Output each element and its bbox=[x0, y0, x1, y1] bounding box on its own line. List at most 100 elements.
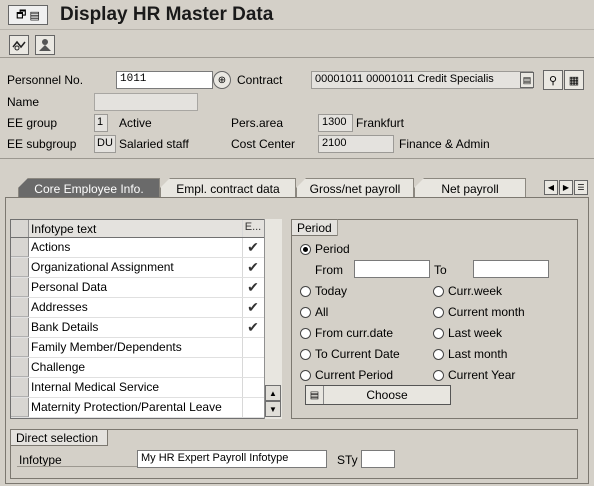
infotype-text-cell[interactable]: Organizational Assignment bbox=[29, 258, 243, 277]
overview-icon bbox=[12, 40, 26, 51]
radio-button-icon bbox=[300, 306, 311, 318]
radio-button-icon bbox=[300, 285, 311, 297]
row-selector[interactable] bbox=[11, 298, 29, 317]
tab-gross-net-payroll[interactable]: Gross/net payroll bbox=[296, 178, 414, 198]
table-row[interactable]: Family Member/Dependents bbox=[11, 338, 281, 358]
infotype-text-cell[interactable]: Addresses bbox=[29, 298, 243, 317]
row-selector[interactable] bbox=[11, 378, 29, 397]
subtype-field[interactable] bbox=[361, 450, 395, 468]
radio-button-icon bbox=[433, 327, 444, 339]
checkmark-icon bbox=[243, 358, 263, 377]
tab-empl-contract-data[interactable]: Empl. contract data bbox=[160, 178, 296, 198]
choose-button[interactable]: ▤ Choose bbox=[305, 385, 451, 405]
infotype-text-cell[interactable]: Personal Data bbox=[29, 278, 243, 297]
pers-area-label: Pers.area bbox=[231, 116, 284, 130]
table-row[interactable]: Addresses ✔ bbox=[11, 298, 281, 318]
infotype-text-cell[interactable]: Maternity Protection/Parental Leave bbox=[29, 398, 243, 417]
ee-group-label: EE group bbox=[7, 116, 58, 130]
arrow-up-icon: ▲ bbox=[269, 388, 277, 398]
radio-option-left-1[interactable]: All bbox=[300, 305, 328, 319]
infotype-field[interactable]: My HR Expert Payroll Infotype bbox=[137, 450, 327, 468]
choose-icon: ▤ bbox=[306, 386, 324, 404]
name-field bbox=[94, 93, 198, 111]
scroll-up-button[interactable]: ▲ bbox=[265, 385, 281, 401]
overview-button[interactable] bbox=[9, 35, 29, 55]
cost-center-label: Cost Center bbox=[231, 137, 296, 151]
radio-period[interactable]: Period bbox=[300, 242, 350, 256]
radio-period-label: Period bbox=[315, 242, 350, 256]
radio-option-label: Current month bbox=[448, 305, 525, 319]
list-icon: ▤ bbox=[522, 74, 532, 85]
table-row[interactable]: Bank Details ✔ bbox=[11, 318, 281, 338]
from-date-field[interactable] bbox=[354, 260, 430, 278]
filter-icon: ⚲ bbox=[548, 74, 558, 87]
radio-option-right-2[interactable]: Last week bbox=[433, 326, 502, 340]
row-selector[interactable] bbox=[11, 238, 29, 257]
pers-area-code: 1300 bbox=[318, 114, 353, 132]
row-selector[interactable] bbox=[11, 398, 29, 417]
radio-option-left-2[interactable]: From curr.date bbox=[300, 326, 393, 340]
infotype-text-cell[interactable]: Internal Medical Service bbox=[29, 378, 243, 397]
tab-right-icon: ▶ bbox=[562, 183, 570, 192]
row-selector[interactable] bbox=[11, 338, 29, 357]
infotype-text-cell[interactable]: Bank Details bbox=[29, 318, 243, 337]
person-button[interactable] bbox=[35, 35, 55, 55]
contract-dropdown[interactable]: ▤ bbox=[520, 72, 534, 88]
radio-option-left-0[interactable]: Today bbox=[300, 284, 347, 298]
table-row[interactable]: Personal Data ✔ bbox=[11, 278, 281, 298]
tab-right-button[interactable]: ▶ bbox=[559, 180, 573, 195]
table-row[interactable]: Challenge bbox=[11, 358, 281, 378]
radio-button-icon bbox=[300, 348, 311, 360]
ee-subgroup-text: Salaried staff bbox=[119, 137, 189, 151]
checkmark-icon bbox=[243, 338, 263, 357]
radio-button-icon bbox=[433, 348, 444, 360]
display-mode-icon[interactable]: 🗗 ▤ bbox=[8, 5, 48, 25]
table-scrollbar[interactable]: ▲ ▼ bbox=[264, 219, 282, 419]
tab-net-payroll[interactable]: Net payroll bbox=[414, 178, 526, 198]
infotype-text-cell[interactable]: Challenge bbox=[29, 358, 243, 377]
radio-button-icon bbox=[300, 327, 311, 339]
cost-center-code: 2100 bbox=[318, 135, 394, 153]
person-icon bbox=[39, 39, 51, 51]
infotype-text-cell[interactable]: Actions bbox=[29, 238, 243, 257]
page-title: Display HR Master Data bbox=[60, 4, 274, 25]
sty-label: STy bbox=[337, 453, 358, 467]
radio-option-label: To Current Date bbox=[315, 347, 400, 361]
column-header-infotype-text[interactable]: Infotype text bbox=[29, 220, 243, 237]
organization-button[interactable]: ▦ bbox=[564, 70, 584, 90]
radio-option-right-0[interactable]: Curr.week bbox=[433, 284, 502, 298]
radio-button-icon bbox=[433, 369, 444, 381]
radio-option-left-4[interactable]: Current Period bbox=[300, 368, 393, 382]
to-date-field[interactable] bbox=[473, 260, 549, 278]
select-all-cell[interactable] bbox=[11, 220, 29, 237]
tab-left-button[interactable]: ◀ bbox=[544, 180, 558, 195]
arrow-down-icon: ▼ bbox=[269, 404, 277, 414]
table-row[interactable]: Organizational Assignment ✔ bbox=[11, 258, 281, 278]
row-selector[interactable] bbox=[11, 278, 29, 297]
row-selector[interactable] bbox=[11, 358, 29, 377]
checkmark-icon: ✔ bbox=[247, 259, 259, 275]
ee-subgroup-label: EE subgroup bbox=[7, 137, 77, 151]
table-row[interactable]: Internal Medical Service bbox=[11, 378, 281, 398]
personnel-no-field[interactable]: 1011 bbox=[116, 71, 213, 89]
personnel-search-button[interactable]: ⊕ bbox=[213, 71, 231, 89]
radio-option-right-1[interactable]: Current month bbox=[433, 305, 525, 319]
radio-option-right-4[interactable]: Current Year bbox=[433, 368, 515, 382]
display-icon: 🗗 bbox=[16, 8, 27, 21]
row-selector[interactable] bbox=[11, 258, 29, 277]
checkmark-icon: ✔ bbox=[247, 279, 259, 295]
radio-option-left-3[interactable]: To Current Date bbox=[300, 347, 400, 361]
filter-button[interactable]: ⚲ bbox=[543, 70, 563, 90]
radio-option-right-3[interactable]: Last month bbox=[433, 347, 507, 361]
organization-icon: ▦ bbox=[568, 74, 580, 87]
contract-field[interactable]: 00001011 00001011 Credit Specialis bbox=[311, 71, 533, 89]
header-divider bbox=[0, 158, 594, 159]
row-selector[interactable] bbox=[11, 318, 29, 337]
table-row[interactable]: Maternity Protection/Parental Leave bbox=[11, 398, 281, 418]
table-row[interactable]: Actions ✔ bbox=[11, 238, 281, 258]
infotype-text-cell[interactable]: Family Member/Dependents bbox=[29, 338, 243, 357]
tab-list-button[interactable]: ☰ bbox=[574, 180, 588, 195]
column-header-e[interactable]: E... bbox=[243, 220, 263, 237]
tab-core-employee-info[interactable]: Core Employee Info. bbox=[18, 178, 160, 198]
scroll-down-button[interactable]: ▼ bbox=[265, 401, 281, 417]
